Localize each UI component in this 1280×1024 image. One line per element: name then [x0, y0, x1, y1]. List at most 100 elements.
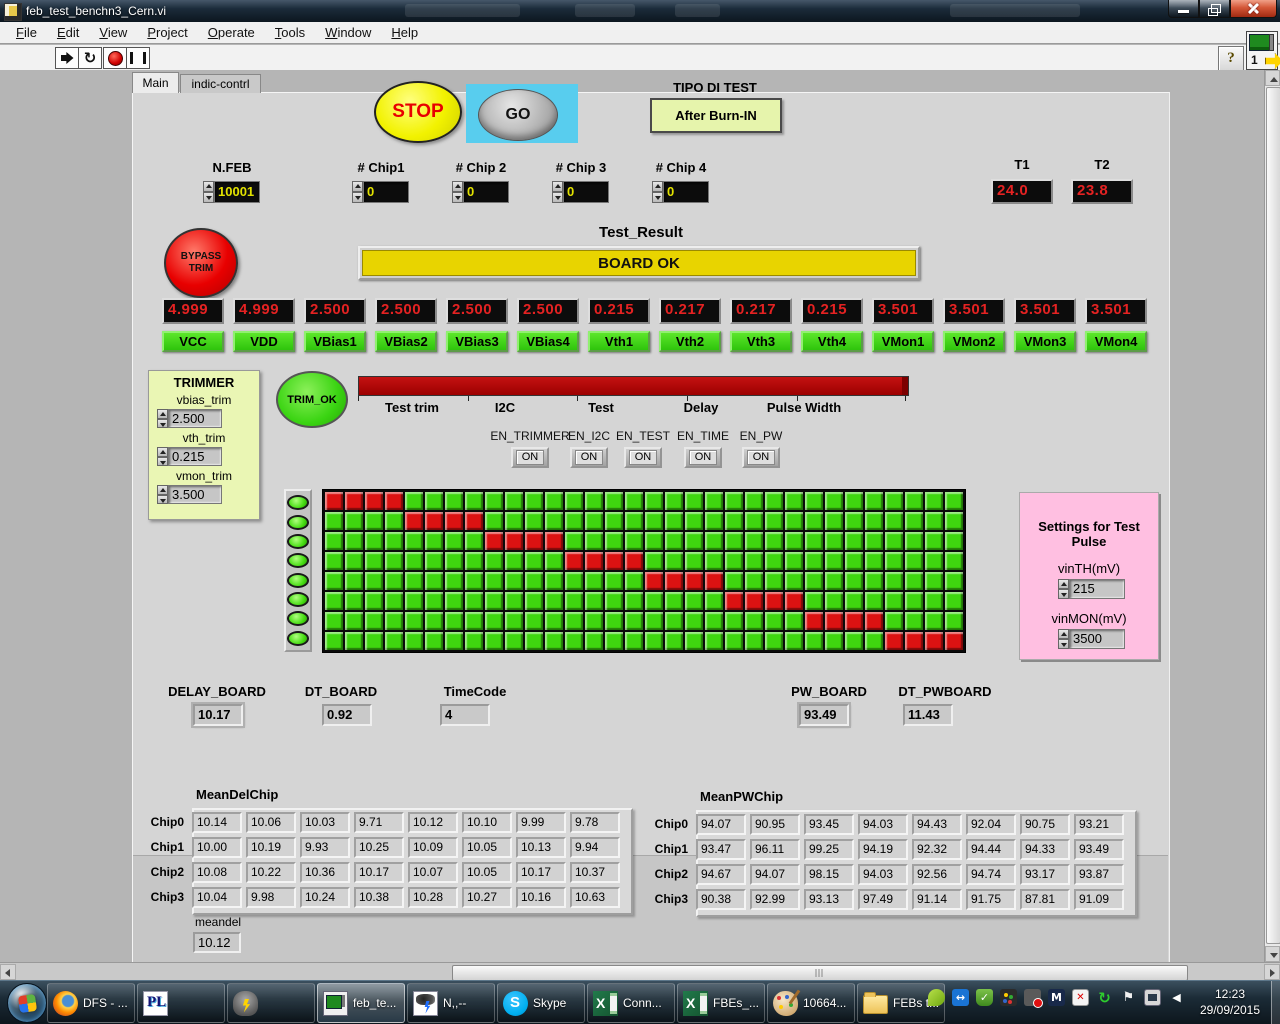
- spin-up-icon[interactable]: [1058, 629, 1069, 639]
- menu-file[interactable]: File: [6, 23, 47, 42]
- taskbar-app-labview[interactable]: feb_te...: [317, 983, 405, 1023]
- enable-toggle-en_trimmer[interactable]: ON: [511, 447, 549, 468]
- spin-up-icon[interactable]: [452, 181, 463, 192]
- scroll-left-arrow[interactable]: [0, 964, 16, 980]
- sync-icon[interactable]: ↻: [1096, 989, 1113, 1007]
- feb-control-value[interactable]: 0: [463, 181, 509, 203]
- menu-view[interactable]: View: [89, 23, 137, 42]
- spin-down-icon[interactable]: [552, 192, 563, 203]
- enable-toggle-en_pw[interactable]: ON: [742, 447, 780, 468]
- feb-control-value[interactable]: 0: [363, 181, 409, 203]
- taskbar-app-skype[interactable]: Skype: [497, 983, 585, 1023]
- enable-toggle-en_i2c[interactable]: ON: [570, 447, 608, 468]
- minimize-button[interactable]: [1168, 0, 1199, 18]
- feb-control-4[interactable]: 0: [652, 181, 709, 203]
- spinner[interactable]: [1058, 629, 1069, 649]
- feb-control-value[interactable]: 10001: [214, 181, 260, 203]
- feb-control-value[interactable]: 0: [563, 181, 609, 203]
- menu-project[interactable]: Project: [137, 23, 197, 42]
- taskbar-app-excel[interactable]: Conn...: [587, 983, 675, 1023]
- menu-help[interactable]: Help: [381, 23, 428, 42]
- taskbar-app-storm2[interactable]: N,,--: [407, 983, 495, 1023]
- shield-icon[interactable]: ✓: [976, 989, 993, 1006]
- vinth-field[interactable]: 215: [1069, 579, 1125, 599]
- spinner[interactable]: [203, 181, 214, 203]
- spin-up-icon[interactable]: [157, 409, 168, 419]
- window-m-icon[interactable]: M: [1048, 989, 1065, 1006]
- feb-control-3[interactable]: 0: [552, 181, 609, 203]
- horizontal-scroll-thumb[interactable]: [452, 965, 1188, 981]
- vinmon-field[interactable]: 3500: [1069, 629, 1125, 649]
- taskbar-app-paint[interactable]: 10664...: [767, 983, 855, 1023]
- spin-up-icon[interactable]: [352, 181, 363, 192]
- spinner[interactable]: [1058, 579, 1069, 599]
- leaf-icon[interactable]: [928, 989, 945, 1006]
- scroll-right-arrow[interactable]: [1264, 964, 1280, 980]
- vertical-scrollbar[interactable]: [1264, 70, 1280, 962]
- vinmon-control[interactable]: 3500: [1058, 629, 1158, 649]
- taskbar-app-excel[interactable]: FBEs_...: [677, 983, 765, 1023]
- vmon-trim-field[interactable]: 3.500: [168, 485, 222, 504]
- gear-alert-icon[interactable]: [1024, 989, 1043, 1008]
- teamviewer-icon[interactable]: ↔: [952, 989, 969, 1006]
- run-continuous-button[interactable]: [78, 47, 102, 69]
- spinner[interactable]: [652, 181, 663, 203]
- vmon-trim-control[interactable]: 3.500: [157, 485, 259, 504]
- spin-up-icon[interactable]: [203, 181, 214, 192]
- vth-trim-field[interactable]: 0.215: [168, 447, 222, 466]
- vth-trim-control[interactable]: 0.215: [157, 447, 259, 466]
- spin-up-icon[interactable]: [157, 447, 168, 457]
- show-desktop-button[interactable]: [1271, 981, 1280, 1024]
- spinner[interactable]: [352, 181, 363, 203]
- spin-down-icon[interactable]: [652, 192, 663, 203]
- scroll-up-arrow[interactable]: [1265, 70, 1280, 86]
- run-button[interactable]: [55, 47, 79, 69]
- spin-down-icon[interactable]: [157, 456, 168, 466]
- tab-main[interactable]: Main: [132, 72, 179, 93]
- spin-down-icon[interactable]: [1058, 639, 1069, 649]
- enable-toggle-en_time[interactable]: ON: [684, 447, 722, 468]
- taskbar-clock[interactable]: 12:23 29/09/2015: [1190, 986, 1270, 1018]
- vbias-trim-control[interactable]: 2.500: [157, 409, 259, 428]
- horizontal-scrollbar[interactable]: [0, 962, 1280, 981]
- menu-operate[interactable]: Operate: [198, 23, 265, 42]
- flag-icon[interactable]: ⚑: [1120, 989, 1137, 1006]
- menu-window[interactable]: Window: [315, 23, 381, 42]
- tipo-di-test-selector[interactable]: After Burn-IN: [650, 98, 782, 133]
- pause-button[interactable]: [126, 47, 150, 69]
- network-icon[interactable]: [1144, 989, 1161, 1006]
- feb-control-2[interactable]: 0: [452, 181, 509, 203]
- restore-button[interactable]: [1199, 0, 1230, 18]
- scroll-down-arrow[interactable]: [1265, 946, 1280, 962]
- menu-tools[interactable]: Tools: [265, 23, 315, 42]
- spin-down-icon[interactable]: [352, 192, 363, 203]
- vbias-trim-field[interactable]: 2.500: [168, 409, 222, 428]
- spinner[interactable]: [452, 181, 463, 203]
- vinth-control[interactable]: 215: [1058, 579, 1158, 599]
- spin-down-icon[interactable]: [157, 418, 168, 428]
- feb-control-1[interactable]: 0: [352, 181, 409, 203]
- title-bar[interactable]: feb_test_benchn3_Cern.vi: [0, 0, 1280, 22]
- spin-down-icon[interactable]: [452, 192, 463, 203]
- spinner[interactable]: [157, 447, 168, 466]
- spin-down-icon[interactable]: [157, 494, 168, 504]
- start-button[interactable]: [7, 983, 47, 1023]
- spin-up-icon[interactable]: [1058, 579, 1069, 589]
- feb-control-0[interactable]: 10001: [203, 181, 260, 203]
- abort-button[interactable]: [103, 47, 127, 69]
- vertical-scroll-thumb[interactable]: [1266, 87, 1280, 944]
- close-button[interactable]: [1230, 0, 1277, 18]
- context-help-button[interactable]: ?: [1218, 46, 1244, 71]
- spin-up-icon[interactable]: [652, 181, 663, 192]
- spin-down-icon[interactable]: [203, 192, 214, 203]
- enable-toggle-en_test[interactable]: ON: [624, 447, 662, 468]
- menu-edit[interactable]: Edit: [47, 23, 89, 42]
- spin-up-icon[interactable]: [157, 485, 168, 495]
- taskbar-app-pl[interactable]: [137, 983, 225, 1023]
- vi-connector-icon[interactable]: 1: [1246, 31, 1280, 70]
- taskbar-app-storm[interactable]: [227, 983, 315, 1023]
- feb-control-value[interactable]: 0: [663, 181, 709, 203]
- stop-button[interactable]: STOP: [374, 81, 462, 143]
- bypass-trim-button[interactable]: BYPASS TRIM: [164, 228, 238, 298]
- go-button[interactable]: GO: [478, 89, 558, 141]
